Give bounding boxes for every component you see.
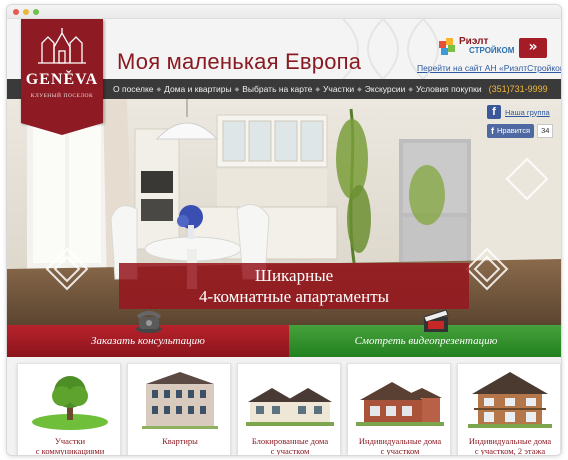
maximize-window-button[interactable]: [33, 9, 39, 15]
card-label: Индивидуальные дома с участком, 2 этажа: [458, 436, 561, 456]
fb-like-button[interactable]: f Нравится: [487, 124, 535, 138]
close-window-button[interactable]: [13, 9, 19, 15]
nav-separator-icon: ◆: [234, 86, 240, 93]
castle-icon: [38, 28, 86, 64]
card-line-2: с коммуникациями: [35, 446, 105, 456]
nav-item-map[interactable]: Выбрать на карте: [242, 84, 312, 94]
card-houses[interactable]: Индивидуальные дома с участком: [347, 363, 452, 456]
facebook-icon[interactable]: f: [487, 105, 501, 119]
card-townhouses[interactable]: Блокированные дома с участком: [237, 363, 342, 456]
nav-separator-icon: ◆: [315, 86, 320, 93]
card-label: Квартиры: [128, 436, 232, 446]
partner-go-button[interactable]: »: [519, 38, 547, 58]
phone-icon: [136, 311, 162, 333]
partner-logo-sub: СТРОЙКОМ: [469, 46, 515, 55]
like-count: 34: [537, 124, 554, 138]
card-line-2: с участком: [270, 446, 310, 456]
card-line-1: Индивидуальные дома: [358, 436, 442, 446]
logo-name: GENĚVA: [25, 71, 99, 88]
film-clapper-icon: [423, 309, 449, 332]
nav-item-plots[interactable]: Участки: [323, 84, 354, 94]
web-page: Моя маленькая Европа Риэлт СТРОЙКОМ » Пе…: [7, 19, 561, 456]
hero-line-2: 4-комнатные апартаменты: [198, 287, 390, 306]
nav-item-about[interactable]: О поселке: [113, 84, 154, 94]
card-two-storey-houses[interactable]: Индивидуальные дома с участком, 2 этажа: [457, 363, 561, 456]
card-label: Индивидуальные дома с участком: [348, 436, 452, 456]
card-line-1: Блокированные дома: [251, 436, 329, 446]
site-logo[interactable]: GENĚVA КЛУБНЫЙ ПОСЕЛОК: [21, 19, 103, 135]
facebook-icon: f: [491, 126, 494, 136]
two-storey-house-icon: [468, 372, 552, 428]
browser-title-bar: [7, 5, 561, 19]
card-line-2: с участком: [380, 446, 420, 456]
logo-tagline: КЛУБНЫЙ ПОСЕЛОК: [30, 93, 94, 99]
nav-item-houses[interactable]: Дома и квартиры: [164, 84, 232, 94]
browser-window: Моя маленькая Европа Риэлт СТРОЙКОМ » Пе…: [6, 4, 562, 456]
tree-on-lawn-icon: [32, 376, 108, 430]
nav-item-terms[interactable]: Условия покупки: [416, 84, 482, 94]
nav-separator-icon: ◆: [408, 86, 414, 93]
nav-item-tours[interactable]: Экскурсии: [365, 84, 406, 94]
townhouse-icon: [246, 388, 334, 426]
brick-house-icon: [356, 382, 444, 426]
site-title: Моя маленькая Европа: [117, 49, 362, 74]
like-label: Нравится: [497, 126, 531, 135]
card-line-1: Квартиры: [162, 436, 198, 446]
card-label: Блокированные дома с участком: [238, 436, 342, 456]
partner-site-link[interactable]: Перейти на сайт АН «РиэлтСтройком»: [417, 63, 561, 73]
card-line-2: с участком, 2 этажа: [474, 446, 546, 456]
card-line-1: Участки: [54, 436, 86, 446]
card-line-1: Индивидуальные дома: [468, 436, 552, 446]
hero-line-1: Шикарные: [254, 266, 334, 285]
card-label: Участки с коммуникациями: [18, 436, 122, 456]
nav-separator-icon: ◆: [156, 86, 162, 93]
hero-caption: Шикарные 4-комнатные апартаменты: [119, 265, 469, 307]
fb-group-link[interactable]: Наша группа: [505, 108, 550, 117]
social-widgets: f Наша группа f Нравится 34: [487, 105, 554, 143]
property-types: Участки с коммуникациями Квартиры Блокир…: [7, 357, 561, 456]
nav-separator-icon: ◆: [357, 86, 362, 93]
apartment-building-icon: [142, 372, 218, 429]
card-plots[interactable]: Участки с коммуникациями: [17, 363, 122, 456]
card-apartments[interactable]: Квартиры: [127, 363, 232, 455]
minimize-window-button[interactable]: [23, 9, 29, 15]
phone-number[interactable]: (351)731-9999: [489, 84, 548, 94]
